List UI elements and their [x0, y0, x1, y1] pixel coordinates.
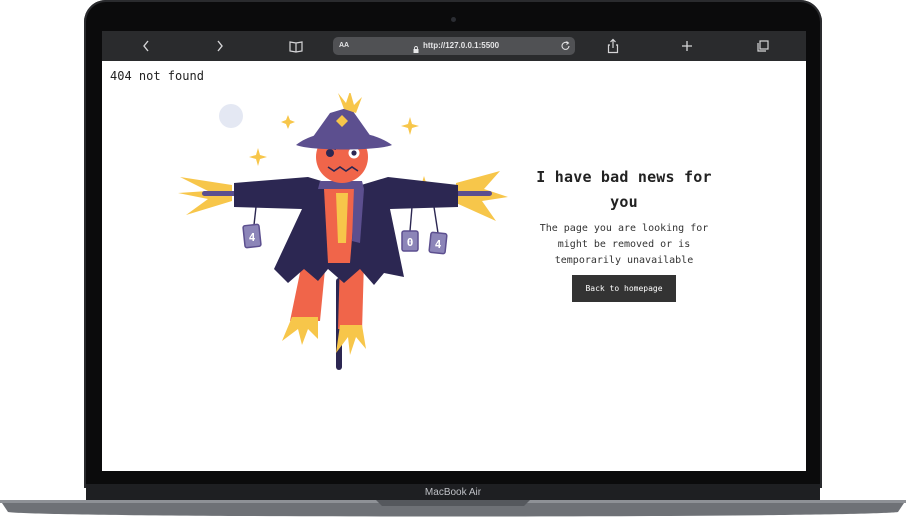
browser-toolbar: AA http://127.0.0.1:5500	[102, 31, 806, 61]
chevron-right-icon[interactable]	[210, 37, 230, 55]
mockup-stage: AA http://127.0.0.1:5500 404 not found 4…	[0, 0, 906, 520]
can-left-digit: 4	[249, 231, 256, 244]
device-label: MacBook Air	[424, 487, 482, 498]
sparkle-icon	[401, 117, 419, 135]
plus-icon[interactable]	[677, 37, 697, 55]
book-icon[interactable]	[286, 37, 306, 55]
right-eye	[351, 150, 357, 156]
headline: I have bad news for you	[536, 168, 712, 211]
moon-shape	[219, 104, 243, 128]
reload-icon[interactable]	[561, 37, 571, 62]
lock-icon	[413, 42, 419, 53]
laptop-screen: AA http://127.0.0.1:5500 404 not found 4…	[102, 31, 806, 471]
url-text: http://127.0.0.1:5500	[423, 41, 500, 50]
address-bar[interactable]: AA http://127.0.0.1:5500	[333, 37, 575, 55]
tabs-icon[interactable]	[753, 37, 773, 55]
share-icon[interactable]	[603, 37, 623, 55]
can-right-digit: 4	[435, 238, 442, 251]
chevron-left-icon[interactable]	[136, 37, 156, 55]
text-size-button[interactable]: AA	[339, 37, 349, 55]
error-message-block: I have bad news for you The page you are…	[522, 165, 726, 302]
sparkle-icon	[249, 148, 267, 166]
straw-left-foot	[282, 317, 318, 345]
camera-dot	[451, 17, 456, 22]
scarecrow-illustration: 4 0 4	[178, 93, 508, 370]
back-to-homepage-button[interactable]: Back to homepage	[572, 275, 676, 302]
can-middle-digit: 0	[407, 236, 414, 249]
left-eye	[326, 149, 334, 157]
subtext: The page you are looking for might be re…	[539, 223, 709, 266]
tie-shape	[336, 193, 348, 243]
not-found-label: 404 not found	[110, 69, 204, 83]
webpage: 404 not found 4 0 4 I have bad news for …	[102, 61, 806, 471]
sparkle-icon	[281, 115, 295, 129]
